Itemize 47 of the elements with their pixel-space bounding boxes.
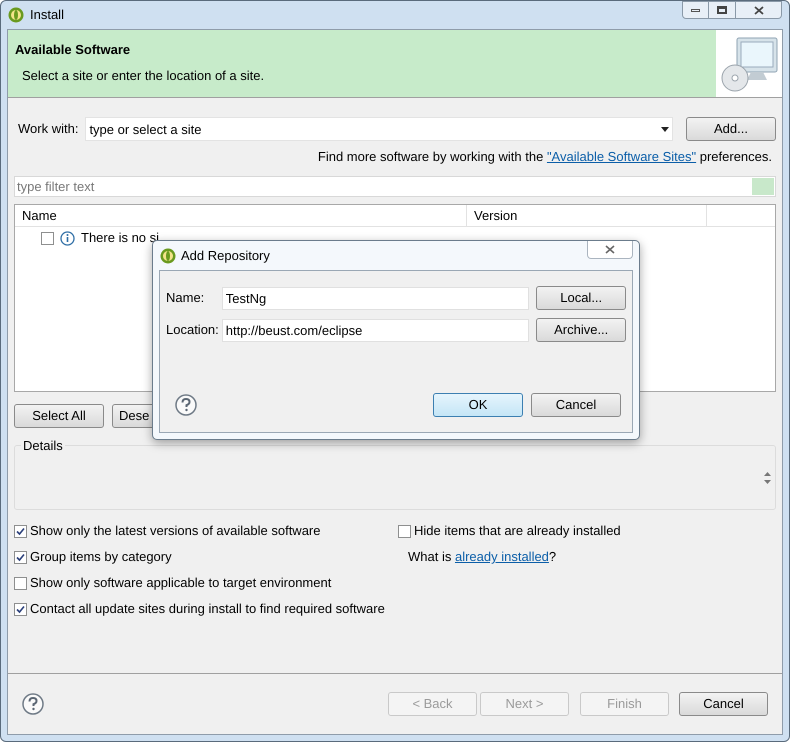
option-label: Group items by category bbox=[30, 548, 172, 566]
option-label: Show only the latest versions of available software bbox=[30, 522, 320, 540]
column-header[interactable]: Version bbox=[467, 205, 707, 226]
close-icon bbox=[605, 245, 615, 254]
checkbox[interactable] bbox=[14, 550, 27, 564]
work-with-label: Work with: bbox=[17, 120, 78, 138]
hint-text: Find more software by working with the "Available Software Sites" preferences. bbox=[318, 148, 772, 166]
checkbox[interactable] bbox=[14, 602, 27, 616]
dialog-button[interactable]: OK bbox=[433, 393, 523, 417]
scroll-arrows-icon[interactable] bbox=[764, 470, 771, 484]
close-button[interactable] bbox=[736, 1, 782, 19]
maximize-button[interactable] bbox=[709, 1, 736, 19]
checkbox[interactable] bbox=[41, 232, 54, 244]
select-all-button[interactable]: Select All bbox=[14, 404, 104, 428]
wizard-button[interactable]: Cancel bbox=[679, 692, 768, 716]
repository-field[interactable]: http://beust.com/eclipse bbox=[222, 318, 530, 342]
installed-hint-text: What is already installed? bbox=[408, 548, 556, 566]
dialog-title: Add Repository bbox=[181, 246, 270, 265]
column-header[interactable]: Name bbox=[15, 205, 467, 226]
archive-button[interactable]: Archive... bbox=[536, 318, 626, 342]
help-icon[interactable] bbox=[175, 394, 197, 416]
page-title: Available Software bbox=[15, 41, 132, 59]
add-button[interactable]: Add... bbox=[686, 117, 776, 141]
page-subtitle: Select a site or enter the location of a site. bbox=[21, 66, 266, 84]
checkbox[interactable] bbox=[398, 524, 411, 538]
eclipse-logo-icon bbox=[8, 7, 24, 23]
repository-field[interactable]: TestNg bbox=[222, 286, 530, 310]
field-label: Name: bbox=[166, 289, 206, 308]
window-title: Install bbox=[30, 6, 64, 24]
info-icon bbox=[60, 230, 75, 246]
eclipse-logo-icon bbox=[160, 248, 176, 264]
dialog-close-button[interactable] bbox=[587, 241, 633, 259]
field-label: Location: bbox=[166, 321, 220, 340]
option-label: Contact all update sites during install to find required software bbox=[30, 600, 385, 618]
already-installed-link[interactable]: already installed bbox=[454, 549, 549, 564]
option-label: Show only software applicable to target environment bbox=[30, 574, 332, 592]
help-icon[interactable] bbox=[22, 693, 44, 715]
checkbox[interactable] bbox=[14, 524, 27, 538]
minimize-button[interactable] bbox=[682, 1, 709, 19]
available-sites-link[interactable]: "Available Software Sites" bbox=[546, 149, 696, 164]
dialog-button[interactable]: Cancel bbox=[531, 393, 621, 417]
close-icon bbox=[754, 6, 764, 14]
minimize-icon bbox=[691, 8, 700, 12]
checkbox[interactable] bbox=[14, 576, 27, 590]
option-label: Hide items that are already installed bbox=[414, 522, 621, 540]
maximize-icon bbox=[717, 6, 727, 14]
local-button[interactable]: Local... bbox=[536, 286, 626, 310]
